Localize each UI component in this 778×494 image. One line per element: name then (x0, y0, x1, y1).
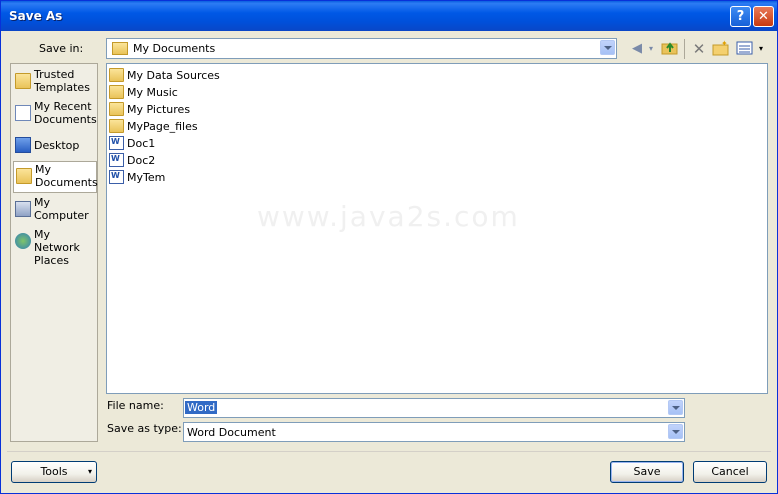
file-name-text: Doc1 (127, 137, 156, 150)
place-label: Desktop (34, 139, 80, 152)
save-as-type-dropdown[interactable]: Word Document (183, 422, 685, 442)
back-icon[interactable]: ◀ (628, 40, 646, 58)
places-bar: Trusted Templates My Recent Documents De… (10, 63, 98, 442)
tools-button[interactable]: Tools ▾ (11, 461, 97, 483)
save-as-type-value: Word Document (187, 426, 276, 439)
place-my-computer[interactable]: My Computer (13, 195, 97, 225)
chevron-down-icon: ▾ (87, 467, 92, 476)
desktop-icon (15, 137, 31, 153)
new-folder-icon[interactable]: ✦ (712, 39, 730, 58)
place-label: My Computer (34, 196, 89, 222)
file-name-text: MyPage_files (127, 120, 198, 133)
save-in-label: Save in: (39, 42, 84, 55)
music-folder-icon (109, 85, 124, 99)
place-my-recent-documents[interactable]: My Recent Documents (13, 99, 97, 129)
place-trusted-templates[interactable]: Trusted Templates (13, 67, 97, 97)
chevron-down-icon[interactable] (668, 424, 683, 439)
word-document-icon (109, 170, 124, 184)
file-name-field[interactable]: Word (183, 398, 685, 418)
place-my-documents[interactable]: My Documents (13, 161, 98, 193)
file-name-label: File name: (107, 399, 164, 412)
word-document-icon (109, 136, 124, 150)
file-name-text: My Data Sources (127, 69, 220, 82)
svg-text:✦: ✦ (721, 40, 728, 48)
watermark: www.java2s.com (257, 200, 520, 233)
back-dropdown-icon[interactable]: ▾ (646, 40, 656, 58)
file-name-text: My Pictures (127, 103, 191, 116)
file-name-text: My Music (127, 86, 178, 99)
tools-label: Tools (40, 465, 68, 478)
my-documents-icon (16, 168, 32, 184)
views-icon[interactable] (736, 40, 754, 58)
save-as-dialog: Save As ? ✕ Save in: My Documents ◀ ▾ ✕ … (0, 0, 778, 494)
chevron-down-icon[interactable] (668, 400, 683, 415)
cancel-button[interactable]: Cancel (693, 461, 767, 483)
toolbar-divider (684, 39, 685, 59)
folder-icon (109, 68, 124, 82)
place-label: My Documents (35, 163, 98, 189)
place-label: My Network Places (34, 228, 80, 267)
file-name-text: Doc2 (127, 154, 156, 167)
folder-icon (15, 73, 31, 89)
recent-documents-icon (15, 105, 31, 121)
title-bar[interactable]: Save As ? ✕ (1, 1, 777, 31)
folder-icon (109, 119, 124, 133)
place-desktop[interactable]: Desktop (13, 131, 97, 161)
file-name-text: MyTem (127, 171, 166, 184)
place-label: Trusted Templates (34, 68, 90, 94)
close-button[interactable]: ✕ (753, 6, 774, 27)
views-dropdown-icon[interactable]: ▾ (756, 40, 766, 58)
delete-icon[interactable]: ✕ (690, 40, 708, 58)
save-button[interactable]: Save (610, 461, 684, 483)
chevron-down-icon[interactable] (600, 40, 615, 55)
up-one-level-icon[interactable] (661, 40, 679, 58)
separator (7, 451, 771, 452)
save-as-type-label: Save as type: (107, 422, 182, 435)
help-button[interactable]: ? (730, 6, 751, 27)
file-list[interactable]: My Data Sources My Music My Pictures MyP… (106, 63, 768, 394)
save-in-value: My Documents (133, 42, 216, 55)
network-places-icon (15, 233, 31, 249)
place-my-network-places[interactable]: My Network Places (13, 227, 97, 267)
save-in-dropdown[interactable]: My Documents (106, 38, 617, 59)
dialog-title: Save As (9, 9, 63, 23)
file-name-value[interactable]: Word (185, 401, 218, 414)
my-computer-icon (15, 201, 31, 217)
pictures-folder-icon (109, 102, 124, 116)
word-document-icon (109, 153, 124, 167)
place-label: My Recent Documents (34, 100, 97, 126)
my-documents-icon (112, 42, 128, 55)
